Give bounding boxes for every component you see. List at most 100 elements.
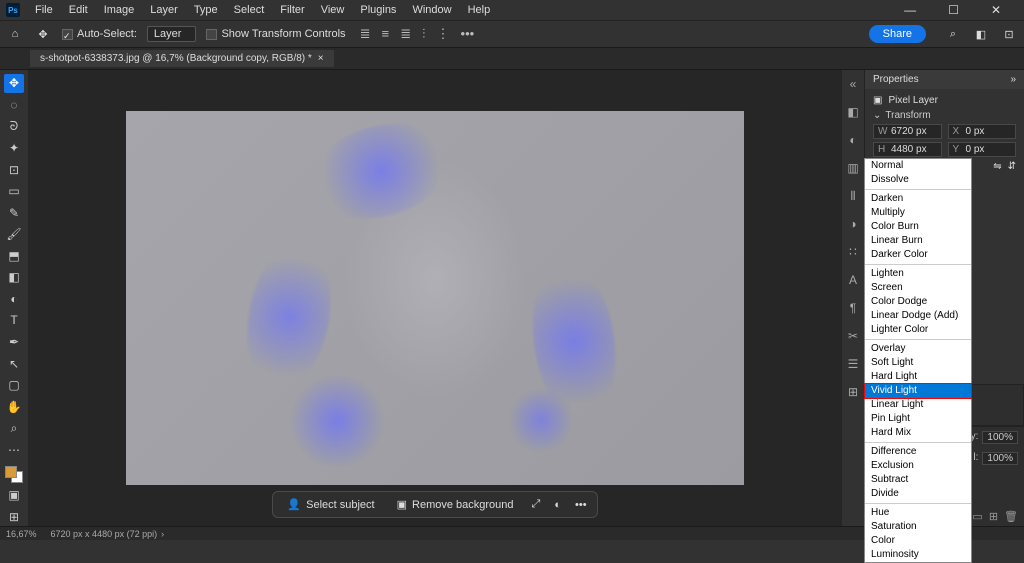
adjustments-panel-icon[interactable]: ◑ <box>845 216 861 232</box>
blend-mode-option[interactable]: Linear Light <box>865 398 971 412</box>
brush-tool[interactable]: 🖌 <box>4 225 24 244</box>
align-top-icon[interactable]: ⫶ <box>418 26 429 41</box>
edit-toolbar[interactable]: ⋯ <box>4 441 24 460</box>
chevron-right-icon[interactable]: › <box>161 529 164 539</box>
blend-mode-option[interactable]: Linear Dodge (Add) <box>865 309 971 323</box>
history-panel-icon[interactable]: ☰ <box>845 356 861 372</box>
eraser-tool[interactable]: ◧ <box>4 268 24 287</box>
properties-panel-header[interactable]: Properties » <box>865 70 1024 89</box>
canvas-area[interactable]: 👤 Select subject ▣ Remove background ⤢ ◐… <box>28 70 842 526</box>
workspace-icon[interactable]: ◧ <box>972 25 990 43</box>
transform-section-header[interactable]: Transform <box>873 110 1016 121</box>
menu-type[interactable]: Type <box>187 2 225 18</box>
styles-panel-icon[interactable]: ∷ <box>845 244 861 260</box>
blend-mode-option[interactable]: Overlay <box>865 342 971 356</box>
menu-view[interactable]: View <box>314 2 352 18</box>
align-right-icon[interactable]: ≣ <box>396 26 415 41</box>
swatches-panel-icon[interactable]: ◐ <box>845 132 861 148</box>
blend-mode-option[interactable]: Dissolve <box>865 173 971 187</box>
share-button[interactable]: Share <box>869 25 926 43</box>
fill-field[interactable]: 100% <box>982 452 1018 465</box>
new-layer-icon[interactable]: ⊞ <box>989 510 998 523</box>
auto-select-checkbox[interactable]: Auto-Select: <box>62 28 137 40</box>
screenmode-tool[interactable]: ⊞ <box>4 507 24 526</box>
adjust-icon[interactable]: ◐ <box>554 499 561 511</box>
character-panel-icon[interactable]: A <box>845 272 861 288</box>
gradients-panel-icon[interactable]: ▥ <box>845 160 861 176</box>
menu-file[interactable]: File <box>28 2 60 18</box>
stamp-tool[interactable]: ⬒ <box>4 247 24 266</box>
lasso-tool[interactable]: ᘐ <box>4 117 24 136</box>
blend-mode-dropdown[interactable]: NormalDissolveDarkenMultiplyColor BurnLi… <box>864 158 972 563</box>
panel-menu-icon[interactable]: » <box>1010 74 1016 85</box>
close-tab-icon[interactable]: × <box>318 53 324 64</box>
color-swatches[interactable] <box>5 466 23 483</box>
menu-plugins[interactable]: Plugins <box>353 2 403 18</box>
more-options-icon[interactable]: ••• <box>575 499 587 511</box>
blend-mode-option[interactable]: Divide <box>865 487 971 501</box>
crop-tool[interactable]: ⊡ <box>4 160 24 179</box>
blend-mode-option[interactable]: Lighter Color <box>865 323 971 337</box>
blend-mode-option[interactable]: Pin Light <box>865 412 971 426</box>
selection-tool[interactable]: ✦ <box>4 139 24 158</box>
gradient-tool[interactable]: ◐ <box>4 290 24 309</box>
document-canvas[interactable] <box>126 111 745 485</box>
pen-tool[interactable]: ✒ <box>4 333 24 352</box>
marquee-tool[interactable]: ◌ <box>4 96 24 115</box>
blend-mode-option[interactable]: Darken <box>865 192 971 206</box>
blend-mode-option[interactable]: Color Dodge <box>865 295 971 309</box>
patterns-panel-icon[interactable]: ⫴ <box>845 188 861 204</box>
frame-tool[interactable]: ▭ <box>4 182 24 201</box>
menu-image[interactable]: Image <box>97 2 142 18</box>
actions-panel-icon[interactable]: ✂ <box>845 328 861 344</box>
menu-filter[interactable]: Filter <box>273 2 311 18</box>
blend-mode-option[interactable]: Normal <box>865 159 971 173</box>
menu-window[interactable]: Window <box>405 2 458 18</box>
show-transform-checkbox[interactable]: Show Transform Controls <box>206 28 345 40</box>
window-minimize-icon[interactable]: — <box>897 1 923 19</box>
auto-select-dropdown[interactable]: Layer <box>147 26 197 42</box>
collapse-chevron-icon[interactable]: « <box>845 76 861 92</box>
blend-mode-option[interactable]: Darker Color <box>865 248 971 262</box>
transform-icon[interactable]: ⤢ <box>532 498 541 511</box>
hand-tool[interactable]: ✋ <box>4 397 24 416</box>
blend-mode-option[interactable]: Lighten <box>865 267 971 281</box>
flip-h-icon[interactable]: ⇋ <box>993 161 1001 172</box>
blend-mode-option[interactable]: Luminosity <box>865 548 971 562</box>
blend-mode-option[interactable]: Hue <box>865 506 971 520</box>
remove-background-button[interactable]: ▣ Remove background <box>393 496 518 513</box>
search-icon[interactable]: ⌕ <box>944 25 962 43</box>
y-field[interactable]: Y0 px <box>948 142 1017 157</box>
distribute-icon[interactable]: ⋮ <box>432 26 453 41</box>
blend-mode-option[interactable]: Hard Light <box>865 370 971 384</box>
blend-mode-option[interactable]: Exclusion <box>865 459 971 473</box>
blend-mode-option[interactable]: Vivid Light <box>864 383 972 399</box>
window-close-icon[interactable]: ✕ <box>984 1 1008 19</box>
more-icon[interactable]: ••• <box>457 26 479 41</box>
menu-select[interactable]: Select <box>227 2 272 18</box>
document-tab[interactable]: s-shotpot-6338373.jpg @ 16,7% (Backgroun… <box>30 50 334 67</box>
blend-mode-option[interactable]: Multiply <box>865 206 971 220</box>
menu-help[interactable]: Help <box>461 2 498 18</box>
color-panel-icon[interactable]: ◧ <box>845 104 861 120</box>
path-tool[interactable]: ↖ <box>4 354 24 373</box>
blend-mode-option[interactable]: Color Burn <box>865 220 971 234</box>
help-icon[interactable]: ⊡ <box>1000 25 1018 43</box>
menu-edit[interactable]: Edit <box>62 2 95 18</box>
opacity-field[interactable]: 100% <box>982 431 1018 444</box>
window-maximize-icon[interactable]: ☐ <box>941 1 966 19</box>
select-subject-button[interactable]: 👤 Select subject <box>283 496 378 513</box>
blend-mode-option[interactable]: Subtract <box>865 473 971 487</box>
group-icon[interactable]: ▭ <box>972 510 982 523</box>
height-field[interactable]: H4480 px <box>873 142 942 157</box>
blend-mode-option[interactable]: Color <box>865 534 971 548</box>
blend-mode-option[interactable]: Soft Light <box>865 356 971 370</box>
blend-mode-option[interactable]: Hard Mix <box>865 426 971 440</box>
flip-v-icon[interactable]: ⇵ <box>1008 161 1016 172</box>
paragraph-panel-icon[interactable]: ¶ <box>845 300 861 316</box>
blend-mode-option[interactable]: Screen <box>865 281 971 295</box>
delete-layer-icon[interactable]: 🗑 <box>1004 510 1018 523</box>
menu-layer[interactable]: Layer <box>143 2 185 18</box>
blend-mode-option[interactable]: Linear Burn <box>865 234 971 248</box>
x-field[interactable]: X0 px <box>948 124 1017 139</box>
